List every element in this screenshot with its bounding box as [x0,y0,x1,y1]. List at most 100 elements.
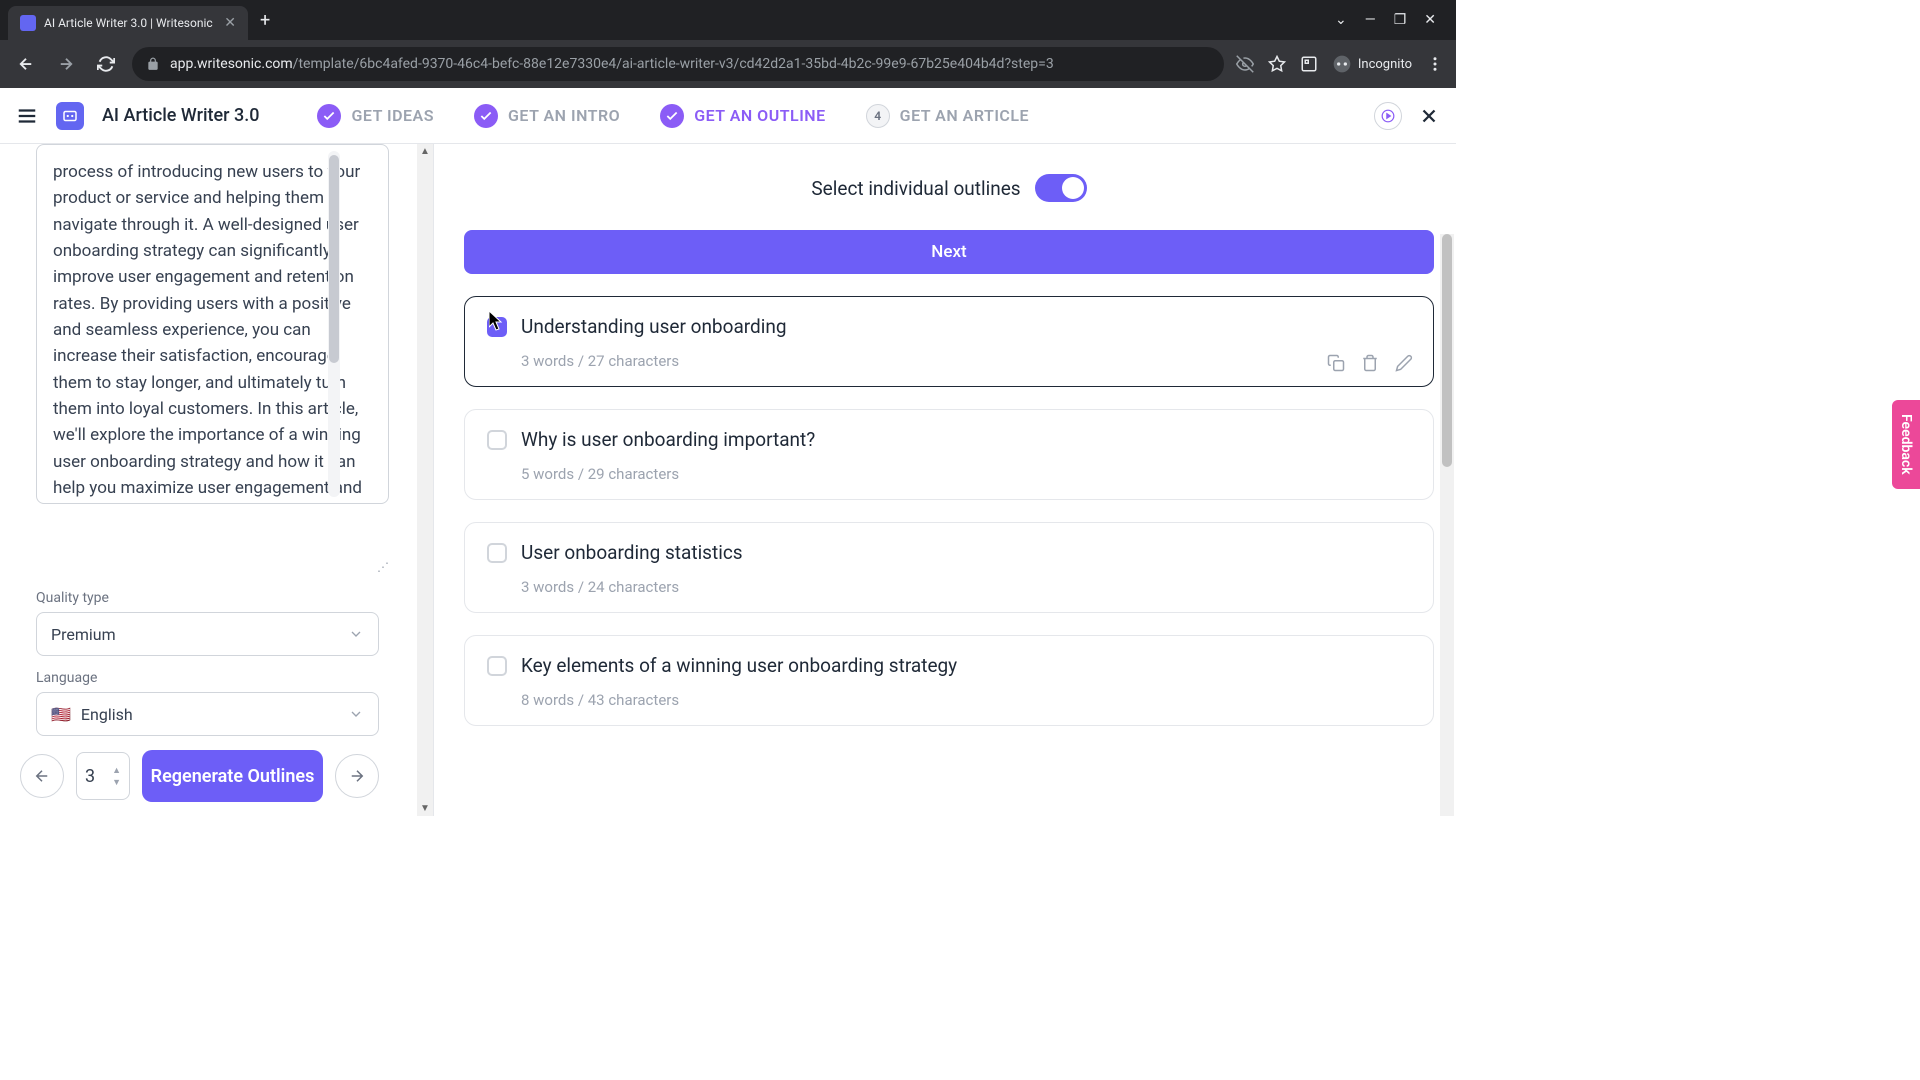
intro-textarea[interactable]: process of introducing new users to your… [36,144,389,504]
outline-meta: 8 words / 43 characters [521,691,1411,709]
textarea-scrollbar[interactable] [328,151,340,497]
count-value: 3 [85,766,95,787]
step-label: GET AN OUTLINE [694,106,825,125]
intro-text: process of introducing new users to your… [53,162,362,504]
window-controls: ⌄ ― ❐ ✕ [1335,12,1448,28]
browser-tab[interactable]: AI Article Writer 3.0 | Writesonic ✕ [8,6,248,40]
url-text: app.writesonic.com/template/6bc4afed-937… [170,56,1210,72]
regenerate-button[interactable]: Regenerate Outlines [142,750,323,802]
outline-card[interactable]: Why is user onboarding important? 5 word… [464,409,1434,500]
individual-outlines-toggle[interactable] [1035,174,1087,202]
hamburger-menu[interactable] [16,105,38,127]
count-spinners[interactable]: ▲ ▼ [112,765,121,788]
right-panel-scrollbar[interactable] [1440,234,1454,816]
language-group: Language 🇺🇸 English [0,670,433,736]
browser-chrome: AI Article Writer 3.0 | Writesonic ✕ + ⌄… [0,0,1456,88]
quality-label: Quality type [36,590,379,606]
check-icon [660,104,684,128]
address-bar-icons: Incognito [1236,54,1444,74]
step-label: GET IDEAS [351,106,434,125]
right-panel: Select individual outlines Next Understa… [434,144,1456,816]
chevron-down-icon [348,626,364,642]
header-actions [1374,102,1440,130]
resize-handle-icon[interactable]: ⋰ [377,560,389,574]
step-get-outline[interactable]: GET AN OUTLINE [660,104,825,128]
language-select[interactable]: 🇺🇸 English [36,692,379,736]
wizard-steps: GET IDEAS GET AN INTRO GET AN OUTLINE 4 … [317,104,1356,128]
tab-title: AI Article Writer 3.0 | Writesonic [44,16,216,30]
eye-off-icon[interactable] [1236,55,1254,73]
favicon [20,15,36,31]
prev-button[interactable] [20,754,64,798]
outline-checkbox[interactable] [487,430,507,450]
count-input[interactable]: 3 ▲ ▼ [76,752,130,800]
card-actions [1327,354,1413,372]
outline-title: Understanding user onboarding [521,315,787,338]
quality-value: Premium [51,625,116,644]
outline-checkbox[interactable] [487,317,507,337]
language-label: Language [36,670,379,686]
menu-icon[interactable] [1426,55,1444,73]
incognito-indicator[interactable]: Incognito [1332,54,1412,74]
scroll-down-icon[interactable]: ▼ [420,803,430,814]
check-icon [317,104,341,128]
bottom-bar: 3 ▲ ▼ Regenerate Outlines [0,736,433,816]
minimize-icon[interactable]: ― [1365,12,1376,28]
url-field[interactable]: app.writesonic.com/template/6bc4afed-937… [132,47,1224,81]
close-window-icon[interactable]: ✕ [1424,12,1436,28]
quality-select[interactable]: Premium [36,612,379,656]
outline-title: User onboarding statistics [521,541,743,564]
tab-bar: AI Article Writer 3.0 | Writesonic ✕ + ⌄… [0,0,1456,40]
forward-button[interactable] [52,50,80,78]
step-get-ideas[interactable]: GET IDEAS [317,104,434,128]
flag-icon: 🇺🇸 [51,705,71,724]
toggle-label: Select individual outlines [811,177,1020,200]
outline-card[interactable]: Key elements of a winning user onboardin… [464,635,1434,726]
incognito-label: Incognito [1358,57,1412,72]
extensions-icon[interactable] [1300,55,1318,73]
chevron-down-icon[interactable]: ▼ [112,777,121,788]
close-tab-icon[interactable]: ✕ [224,15,236,31]
content: process of introducing new users to your… [0,144,1456,816]
outline-checkbox[interactable] [487,543,507,563]
chevron-down-icon [348,706,364,722]
step-label: GET AN INTRO [508,106,620,125]
step-get-article[interactable]: 4 GET AN ARTICLE [866,104,1029,128]
step-label: GET AN ARTICLE [900,106,1029,125]
app-title: AI Article Writer 3.0 [102,105,259,126]
app-header: AI Article Writer 3.0 GET IDEAS GET AN I… [0,88,1456,144]
play-button[interactable] [1374,102,1402,130]
outline-title: Key elements of a winning user onboardin… [521,654,957,677]
toggle-row: Select individual outlines [464,144,1434,230]
left-panel: process of introducing new users to your… [0,144,434,816]
new-tab-button[interactable]: + [260,10,270,31]
copy-icon[interactable] [1327,354,1345,372]
next-button[interactable]: Next [464,230,1434,274]
back-button[interactable] [12,50,40,78]
trash-icon[interactable] [1361,354,1379,372]
feedback-tab[interactable]: Feedback [1892,400,1920,489]
outline-card[interactable]: Understanding user onboarding 3 words / … [464,296,1434,387]
reload-button[interactable] [92,50,120,78]
edit-icon[interactable] [1395,354,1413,372]
left-panel-scrollbar[interactable]: ▲ ▼ [417,144,433,816]
outline-card[interactable]: User onboarding statistics 3 words / 24 … [464,522,1434,613]
tabs-dropdown-icon[interactable]: ⌄ [1335,12,1347,28]
outline-meta: 5 words / 29 characters [521,465,1411,483]
close-button[interactable] [1418,105,1440,127]
maximize-icon[interactable]: ❐ [1394,12,1407,28]
step-number: 4 [866,104,890,128]
next-arrow-button[interactable] [335,754,379,798]
outline-checkbox[interactable] [487,656,507,676]
scroll-up-icon[interactable]: ▲ [420,146,430,157]
lock-icon [146,57,160,71]
chevron-up-icon[interactable]: ▲ [112,765,121,776]
address-bar: app.writesonic.com/template/6bc4afed-937… [0,40,1456,88]
language-value: English [81,705,133,724]
star-icon[interactable] [1268,55,1286,73]
intro-container: process of introducing new users to your… [0,144,433,576]
outline-title: Why is user onboarding important? [521,428,815,451]
outline-meta: 3 words / 27 characters [521,352,1411,370]
quality-group: Quality type Premium [0,590,433,656]
step-get-intro[interactable]: GET AN INTRO [474,104,620,128]
